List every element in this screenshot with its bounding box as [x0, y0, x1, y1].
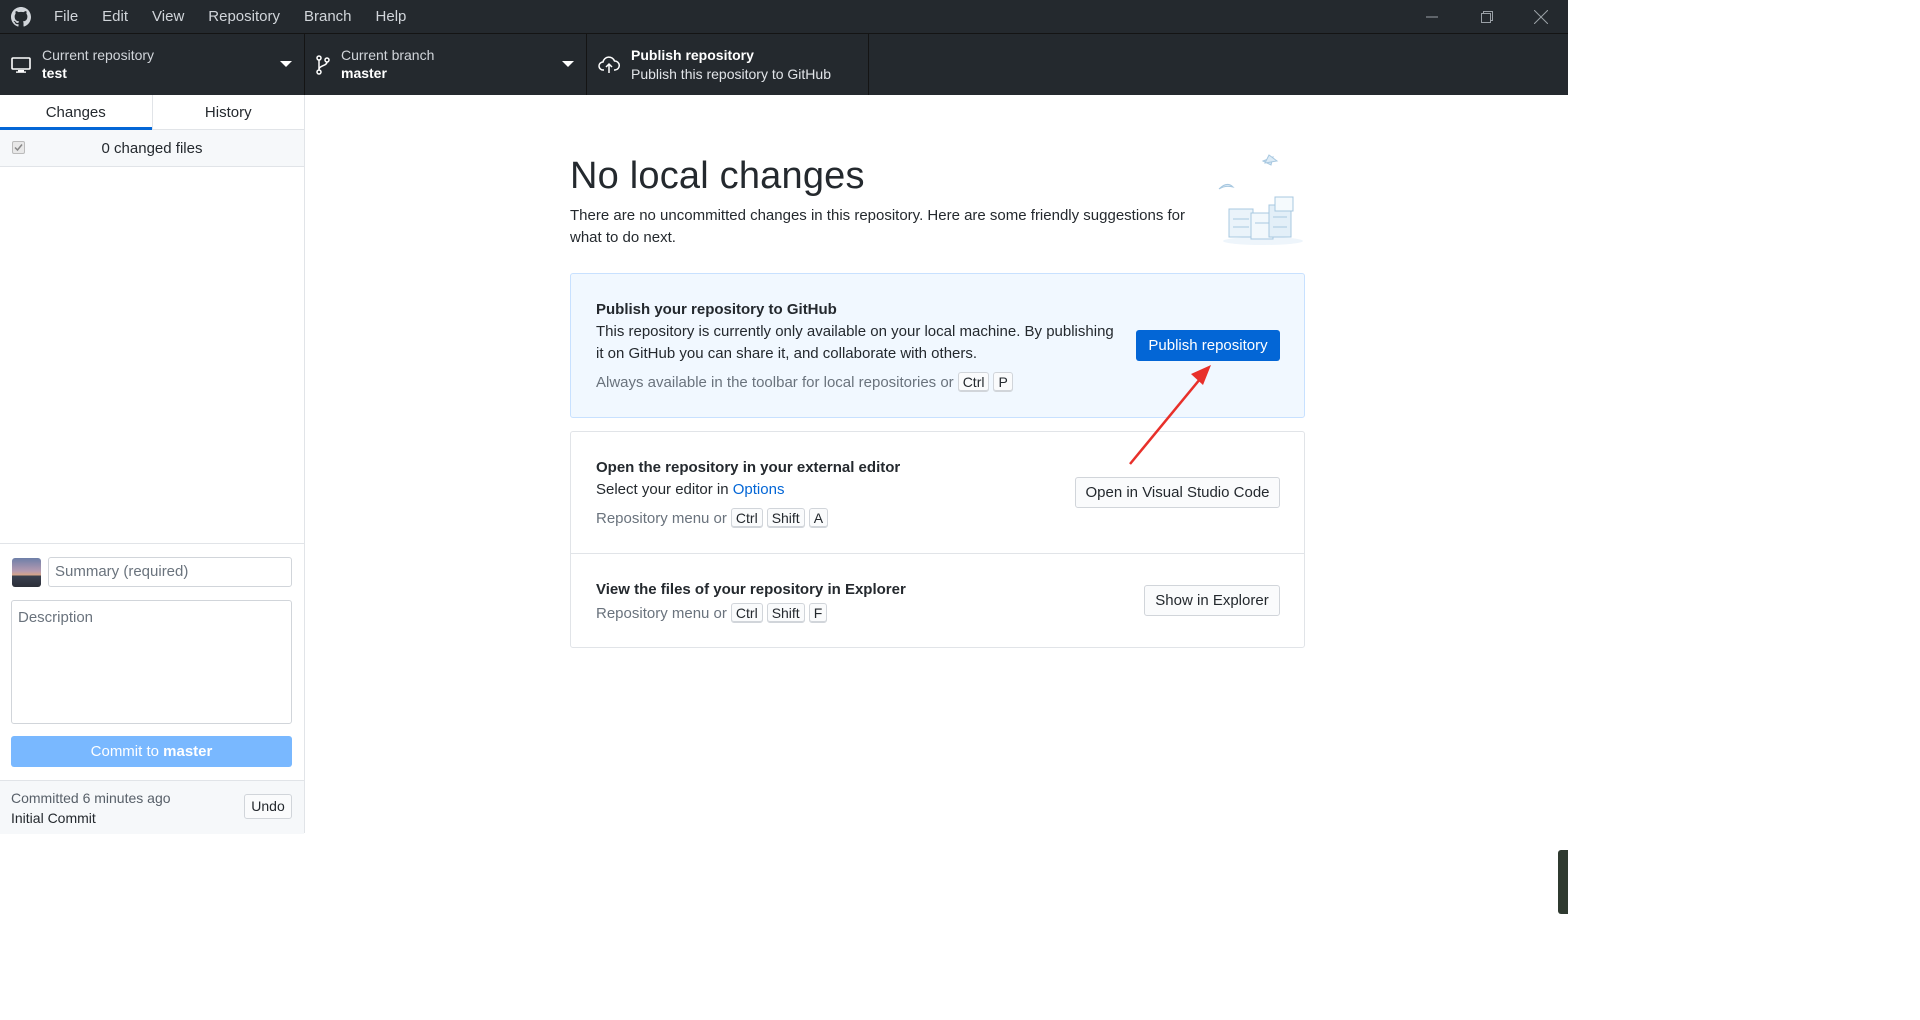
chevron-down-icon: [280, 61, 292, 67]
close-icon: [1534, 9, 1548, 24]
publish-card: Publish your repository to GitHub This r…: [570, 273, 1305, 418]
kbd-ctrl: Ctrl: [730, 508, 763, 528]
main-panel: No local changes There are no uncommitte…: [305, 95, 1568, 914]
editor-card-text: Select your editor in Options: [596, 479, 784, 501]
menu-view[interactable]: View: [140, 0, 196, 33]
menu-file[interactable]: File: [42, 0, 90, 33]
commit-button[interactable]: Commit to master: [11, 736, 292, 767]
cloud-upload-icon: [587, 55, 631, 74]
desktop-icon: [0, 56, 42, 73]
last-commit-panel: Committed 6 minutes ago Initial Commit U…: [0, 780, 304, 834]
publish-card-text: This repository is currently only availa…: [596, 323, 1114, 362]
publish-hint-text: Always available in the toolbar for loca…: [596, 373, 954, 391]
last-commit-message: Initial Commit: [11, 810, 96, 826]
page-subtitle: There are no uncommitted changes in this…: [570, 207, 1186, 246]
repository-name: test: [42, 65, 67, 81]
menu-edit[interactable]: Edit: [90, 0, 140, 33]
kbd-ctrl: Ctrl: [730, 603, 763, 623]
restore-icon: [1481, 10, 1493, 23]
publish-repository-label: Publish repository: [631, 47, 754, 63]
open-in-editor-button[interactable]: Open in Visual Studio Code: [1075, 477, 1280, 508]
publish-card-hint: Always available in the toolbar for loca…: [596, 372, 1013, 392]
menu-bar: File Edit View Repository Branch Help: [42, 0, 418, 33]
repository-label: Current repository: [42, 47, 155, 63]
kbd-a: A: [808, 508, 829, 528]
current-branch-button[interactable]: Current branch master: [305, 34, 587, 95]
kbd-shift: Shift: [766, 508, 805, 528]
current-repository-button[interactable]: Current repository test: [0, 34, 305, 95]
undo-button[interactable]: Undo: [244, 794, 292, 819]
publish-repository-button[interactable]: Publish repository: [1136, 330, 1280, 361]
description-input[interactable]: Description: [11, 600, 292, 724]
tab-history[interactable]: History: [151, 95, 305, 129]
title-bar: File Edit View Repository Branch Help: [0, 0, 1568, 33]
kbd-shift: Shift: [766, 603, 805, 623]
publish-repository-sublabel: Publish this repository to GitHub: [631, 66, 831, 82]
summary-input[interactable]: Summary (required): [48, 557, 292, 587]
publish-repository-toolbar-button[interactable]: Publish repository Publish this reposito…: [587, 34, 869, 95]
menu-branch[interactable]: Branch: [292, 0, 364, 33]
explorer-card-hint: Repository menu or Ctrl Shift F: [596, 603, 828, 623]
commit-message-area: Summary (required) Description Commit to…: [0, 543, 304, 834]
empty-state-illustration-icon: [1218, 154, 1303, 245]
chevron-down-icon: [562, 61, 574, 67]
minimize-icon: [1426, 16, 1438, 17]
explorer-card-title: View the files of your repository in Exp…: [596, 581, 906, 598]
divider: [571, 553, 1304, 554]
minimize-button[interactable]: [1405, 0, 1459, 33]
menu-repository[interactable]: Repository: [196, 0, 292, 33]
restore-button[interactable]: [1460, 0, 1514, 33]
options-link[interactable]: Options: [733, 481, 785, 498]
check-icon: [14, 144, 23, 152]
close-button[interactable]: [1514, 0, 1568, 33]
toolbar: Current repository test Current branch m…: [0, 33, 1568, 95]
editor-card-title: Open the repository in your external edi…: [596, 459, 901, 476]
last-commit-time: Committed 6 minutes ago: [11, 790, 171, 806]
kbd-p: P: [993, 372, 1013, 392]
side-indicator: [1558, 850, 1568, 914]
editor-card-hint: Repository menu or Ctrl Shift A: [596, 508, 829, 528]
show-in-explorer-button[interactable]: Show in Explorer: [1144, 585, 1280, 616]
kbd-ctrl: Ctrl: [957, 372, 990, 392]
menu-help[interactable]: Help: [364, 0, 419, 33]
page-title: No local changes: [570, 155, 865, 197]
commit-button-branch: master: [163, 743, 213, 760]
sidebar: Changes History 0 changed files Summary …: [0, 95, 305, 834]
editor-hint-text: Repository menu or: [596, 509, 727, 527]
branch-name: master: [341, 65, 387, 81]
sidebar-tabs: Changes History: [0, 95, 304, 130]
editor-text-prefix: Select your editor in: [596, 481, 729, 498]
changes-list-header: 0 changed files: [0, 130, 304, 167]
tab-changes[interactable]: Changes: [0, 95, 152, 130]
actions-group: Open the repository in your external edi…: [570, 431, 1305, 648]
select-all-checkbox[interactable]: [12, 141, 25, 154]
publish-card-title: Publish your repository to GitHub: [596, 301, 837, 318]
avatar: [12, 558, 41, 587]
kbd-f: F: [808, 603, 828, 623]
branch-label: Current branch: [341, 47, 435, 63]
github-logo-icon: [0, 0, 42, 33]
changed-files-count: 0 changed files: [101, 139, 203, 157]
commit-button-prefix: Commit to: [90, 743, 164, 760]
git-branch-icon: [305, 54, 341, 75]
explorer-hint-text: Repository menu or: [596, 604, 727, 622]
